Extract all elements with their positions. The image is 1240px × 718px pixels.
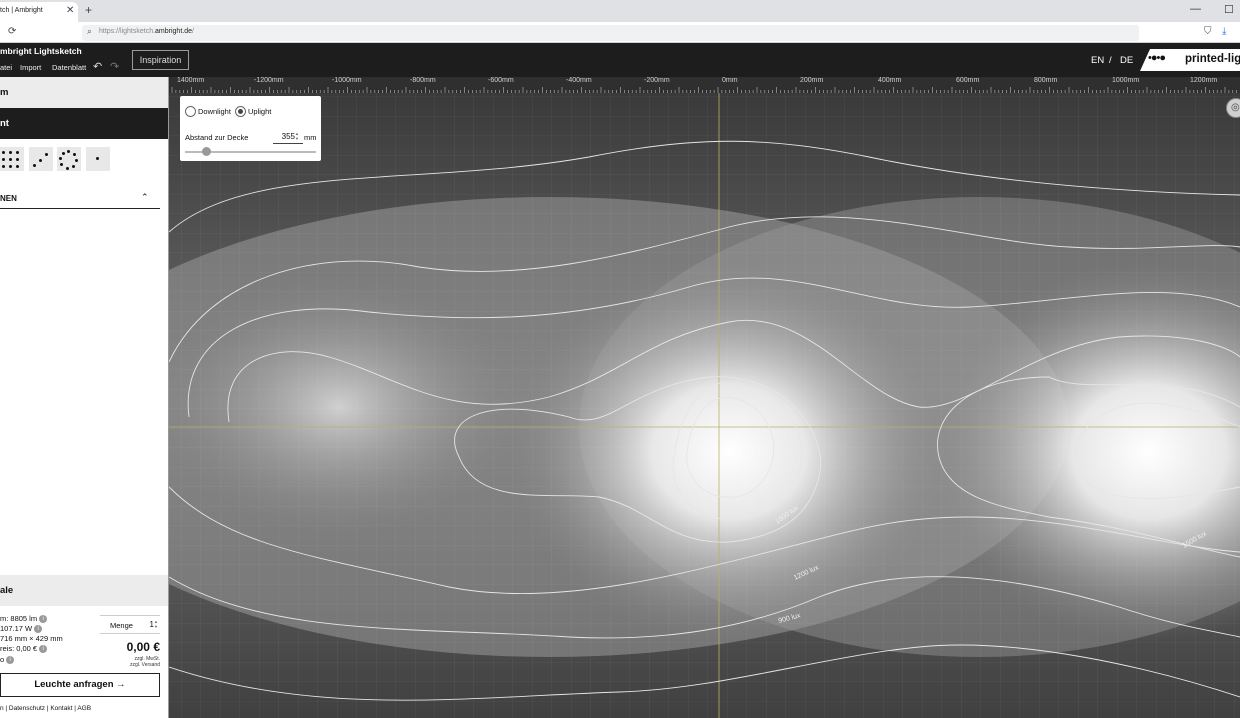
ruler-label: -600mm	[488, 77, 514, 84]
ruler-label: -1000mm	[332, 77, 362, 84]
stat-dimensions: 716 mm × 429 mm	[0, 634, 63, 643]
quantity-label: Menge	[110, 621, 133, 630]
request-luminaire-button[interactable]: Leuchte anfragen →	[0, 673, 160, 697]
eye-icon: ◎	[1231, 102, 1240, 113]
browser-tab[interactable]: tch | Ambright ✕	[0, 2, 78, 22]
info-icon[interactable]: i	[6, 656, 15, 665]
info-icon[interactable]: i	[34, 625, 43, 634]
chevron-up-icon[interactable]: ⌃	[141, 192, 149, 203]
total-price: 0,00 €	[126, 640, 160, 654]
download-icon[interactable]: ⤓	[1222, 26, 1226, 37]
menu-file[interactable]: atei	[0, 63, 12, 72]
preset-grid[interactable]	[0, 147, 24, 171]
stat-power: 107.17 Wi	[0, 624, 43, 634]
browser-tab-bar: tch | Ambright ✕ + — ☐	[0, 0, 1240, 22]
downlight-label[interactable]: Downlight	[198, 107, 231, 116]
section-header-3[interactable]: ale	[0, 575, 168, 606]
ruler-label: 800mm	[1034, 77, 1058, 84]
lang-en[interactable]: EN	[1091, 55, 1104, 66]
app-header: mbright Lightsketch atei Import Datenbla…	[0, 43, 1240, 77]
lux-heatmap[interactable]: 2100 lux 1800 lux 1500 lux 1200 lux 900 …	[169, 77, 1240, 718]
light-options-panel: Downlight Uplight Abstand zur Decke 355 …	[180, 96, 321, 161]
ruler-label: -800mm	[410, 77, 436, 84]
stat-lumen: m: 8805 lm i	[0, 614, 48, 624]
ceiling-distance-unit: mm	[304, 133, 317, 142]
undo-icon[interactable]: ↶	[93, 60, 102, 73]
price-note-shipping: zzgl. Versand	[129, 662, 160, 668]
luminaires-section-label[interactable]: NEN	[0, 194, 17, 203]
spinner-icon[interactable]: ▲ ▼	[154, 619, 158, 629]
uplight-label[interactable]: Uplight	[248, 107, 271, 116]
shield-icon[interactable]: ⛉	[1204, 26, 1212, 37]
ruler-label: 200mm	[800, 77, 824, 84]
spinner-icon[interactable]: ▲ ▼	[295, 131, 299, 141]
menu-import[interactable]: Import	[20, 63, 41, 72]
stat-price: reis: 0,00 € i	[0, 644, 48, 654]
reload-icon[interactable]: ⟳	[8, 26, 16, 37]
inspiration-button[interactable]: Inspiration	[132, 50, 189, 70]
view-toggle-button[interactable]: ◎	[1226, 98, 1240, 118]
section-label-2: nt	[0, 118, 9, 129]
brand-dots: •●•●	[1148, 52, 1166, 64]
downlight-radio[interactable]	[185, 106, 196, 117]
top-ruler: 1400mm -1200mm -1000mm -800mm -600mm -40…	[169, 77, 1240, 93]
ruler-label: 1000mm	[1112, 77, 1140, 84]
address-bar[interactable]: ⌕ https://lightsketch.ambright.de/	[82, 25, 1139, 41]
section-label-1: m	[0, 87, 9, 98]
new-tab-icon[interactable]: +	[85, 3, 92, 17]
brand-text: printed-lig	[1185, 53, 1240, 65]
browser-toolbar: ⟳ ⌕ https://lightsketch.ambright.de/ ⛉ ⤓	[0, 22, 1240, 43]
app-title: mbright Lightsketch	[0, 46, 82, 56]
brand-logo: •●•● printed-lig	[1140, 49, 1240, 71]
illuminance-canvas[interactable]: 2100 lux 1800 lux 1500 lux 1200 lux 900 …	[169, 77, 1240, 718]
maximize-icon[interactable]: ☐	[1224, 3, 1234, 16]
section-label-3: ale	[0, 585, 14, 596]
uplight-radio[interactable]	[235, 106, 246, 117]
lock-icon: ⌕	[87, 26, 93, 36]
lang-separator: /	[1109, 55, 1112, 66]
url-text: https://lightsketch.ambright.de/	[99, 28, 194, 35]
tab-close-icon[interactable]: ✕	[66, 5, 74, 16]
menu-datasheet[interactable]: Datenblatt	[52, 63, 86, 72]
ruler-label: 1400mm	[177, 77, 205, 84]
preset-circle[interactable]	[57, 147, 81, 171]
footer-links[interactable]: n | Datenschutz | Kontakt | AGB	[0, 705, 91, 712]
slider-thumb[interactable]	[201, 147, 211, 156]
quantity-stepper[interactable]: Menge 1 ▲ ▼	[100, 615, 160, 634]
ruler-label: 1200mm	[1190, 77, 1218, 84]
redo-icon[interactable]: ↷	[110, 60, 119, 73]
lang-de[interactable]: DE	[1120, 55, 1133, 66]
ceiling-distance-label: Abstand zur Decke	[185, 133, 249, 142]
tab-title: tch | Ambright	[0, 7, 43, 14]
ruler-label: -400mm	[566, 77, 592, 84]
ruler-label: 600mm	[956, 77, 980, 84]
info-icon[interactable]: i	[39, 645, 48, 654]
section-header-1[interactable]: m	[0, 77, 168, 108]
ruler-label: -200mm	[644, 77, 670, 84]
ruler-ticks	[171, 87, 1237, 93]
preset-arc[interactable]	[29, 147, 53, 171]
config-panel: m nt NEN ⌃ ale m: 8805 lm i 107.17 Wi 716…	[0, 77, 169, 718]
ruler-label: 0mm	[722, 77, 738, 84]
divider	[0, 208, 160, 209]
stat-misc: oi	[0, 655, 15, 665]
minimize-icon[interactable]: —	[1190, 3, 1201, 15]
preset-single[interactable]	[86, 147, 110, 171]
quantity-value[interactable]: 1	[144, 620, 154, 629]
info-icon[interactable]: i	[39, 615, 48, 624]
section-header-2[interactable]: nt	[0, 108, 168, 139]
ruler-label: 400mm	[878, 77, 902, 84]
ruler-label: -1200mm	[254, 77, 284, 84]
